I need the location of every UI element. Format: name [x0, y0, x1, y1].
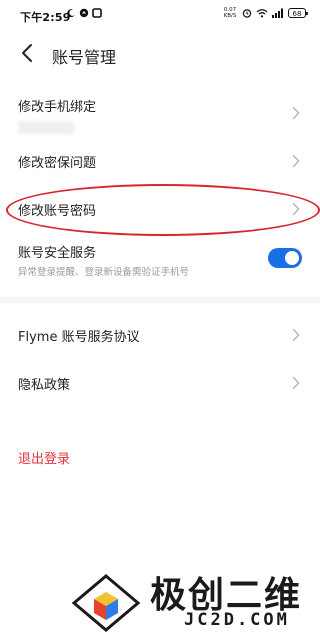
- section-divider: [0, 297, 320, 303]
- change-security-question-row[interactable]: 修改密保问题: [0, 140, 320, 184]
- chevron-right-icon: [292, 328, 300, 342]
- toggle-knob: [285, 251, 299, 265]
- account-security-toggle[interactable]: [268, 248, 302, 268]
- status-right-icons: 0.07 KB/S 68: [222, 7, 308, 19]
- watermark: 极创二维 JC2D.COM: [70, 566, 320, 640]
- wifi-icon: [256, 9, 268, 18]
- network-speed: 0.07 KB/S: [222, 7, 238, 19]
- signal-icon: [272, 8, 283, 18]
- highlight-annotation: [6, 184, 320, 236]
- header: 账号管理: [0, 36, 320, 70]
- battery-icon: 68: [288, 8, 308, 18]
- page-title: 账号管理: [52, 48, 117, 67]
- flyme-service-agreement-row[interactable]: Flyme 账号服务协议: [0, 318, 320, 354]
- chevron-right-icon: [292, 154, 300, 168]
- change-security-question-label: 修改密保问题: [18, 156, 97, 171]
- back-arrow-icon[interactable]: [18, 42, 38, 64]
- privacy-policy-row[interactable]: 隐私政策: [0, 366, 320, 402]
- alarm-icon: [242, 9, 252, 18]
- change-phone-binding-label: 修改手机绑定: [18, 100, 97, 115]
- status-bar: 下午2:59 0.07 KB/S 68: [0, 0, 320, 30]
- chevron-right-icon: [292, 106, 300, 120]
- logout-button[interactable]: 退出登录: [18, 448, 70, 467]
- battery-level: 68: [292, 10, 302, 18]
- account-security-service-label: 账号安全服务: [18, 246, 97, 261]
- flyme-service-agreement-label: Flyme 账号服务协议: [18, 330, 140, 345]
- network-speed-unit: KB/S: [223, 13, 237, 19]
- app-notification-icon: [79, 8, 89, 18]
- blurred-phone-number: [18, 121, 74, 134]
- square-notification-icon: [92, 8, 102, 18]
- watermark-domain: JC2D.COM: [184, 610, 290, 630]
- moon-icon: [67, 9, 75, 18]
- status-time: 下午2:59: [20, 11, 71, 24]
- chevron-right-icon: [292, 376, 300, 390]
- watermark-logo: [71, 574, 141, 632]
- account-security-service-description: 异常登录提醒、登录新设备需验证手机号: [18, 267, 190, 278]
- status-notification-icons: [66, 8, 102, 18]
- privacy-policy-label: 隐私政策: [18, 378, 71, 393]
